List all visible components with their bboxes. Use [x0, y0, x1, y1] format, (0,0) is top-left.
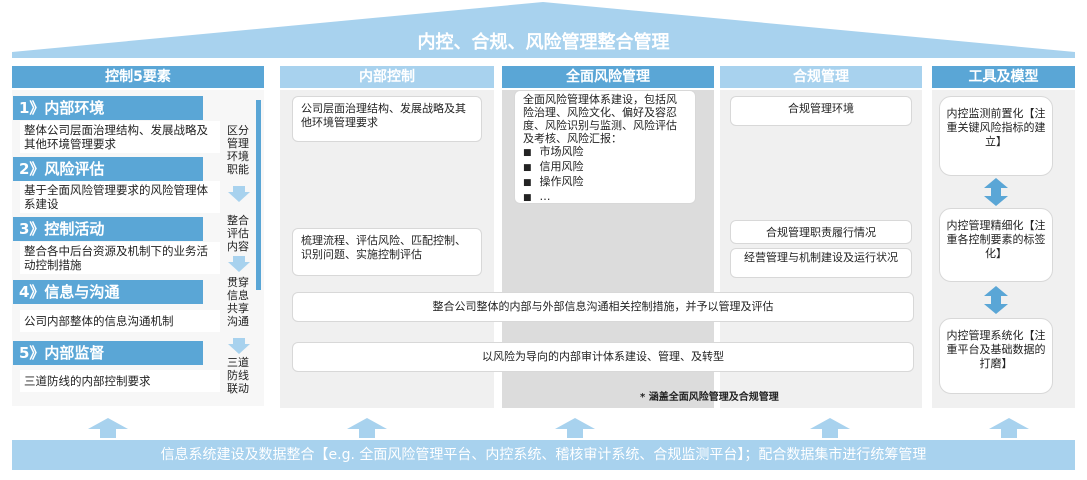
risk-management-intro: 全面风险管理体系建设，包括风险治理、风险文化、偏好及容忍度、风险识别与监测、风险… — [523, 93, 677, 145]
side-label-three-lines: 三道防线联动 — [227, 356, 249, 395]
up-arrow-icon — [88, 418, 128, 438]
risk-item: 市场风险 — [523, 145, 687, 160]
element-head-risk-assessment: 2》风险评估 — [13, 157, 203, 181]
footer-banner: 信息系统建设及数据整合【e.g. 全面风险管理平台、内控系统、稽核审计系统、合规… — [12, 440, 1075, 470]
risk-item: 信用风险 — [523, 160, 687, 175]
compliance-operation-box: 经营管理与机制建设及运行状况 — [730, 248, 912, 278]
column-header-tools: 工具及模型 — [932, 66, 1075, 88]
side-label-communication: 贯穿信息共享沟通 — [227, 276, 249, 328]
up-arrow-icon — [555, 418, 595, 438]
column-header-elements: 控制5要素 — [12, 66, 264, 88]
connector-bar — [256, 100, 261, 290]
internal-control-environment-box: 公司层面治理结构、发展战略及其他环境管理要求 — [292, 96, 482, 142]
double-arrow-icon — [984, 286, 1008, 314]
risk-item: … — [523, 190, 687, 205]
risk-list: 市场风险 信用风险 操作风险 … — [523, 145, 687, 205]
tool-refinement-box: 内控管理精细化【注重各控制要素的标签化】 — [939, 208, 1053, 282]
side-label-assessment: 整合评估内容 — [227, 214, 249, 253]
element-head-internal-supervision: 5》内部监督 — [13, 341, 203, 365]
down-arrow-icon — [228, 256, 250, 272]
up-arrow-icon — [347, 418, 387, 438]
compliance-duties-box: 合规管理职责履行情况 — [730, 220, 912, 244]
element-head-internal-environment: 1》内部环境 — [13, 96, 203, 120]
element-body-information-communication: 公司内部整体的信息沟通机制 — [20, 310, 220, 332]
internal-control-assessment-box: 梳理流程、评估风险、匹配控制、识别问题、实施控制评估 — [292, 228, 482, 276]
element-body-internal-supervision: 三道防线的内部控制要求 — [20, 370, 220, 392]
risk-item: 操作风险 — [523, 175, 687, 190]
element-body-control-activities: 整合各中后台资源及机制下的业务活动控制措施 — [20, 242, 220, 274]
tool-systemization-box: 内控管理系统化【注重平台及基础数据的打磨】 — [939, 318, 1053, 394]
down-arrow-icon — [228, 186, 250, 202]
column-header-risk-management: 全面风险管理 — [502, 66, 714, 88]
element-head-control-activities: 3》控制活动 — [13, 217, 203, 241]
communication-control-box: 整合公司整体的内部与外部信息沟通相关控制措施，并予以管理及评估 — [292, 292, 914, 322]
up-arrow-icon — [989, 418, 1029, 438]
internal-audit-box: 以风险为导向的内部审计体系建设、管理、及转型 — [292, 342, 914, 372]
column-header-internal-control: 内部控制 — [280, 66, 494, 88]
coverage-note: * 涵盖全面风险管理及合规管理 — [640, 392, 779, 403]
page-title: 内控、合规、风险管理整合管理 — [417, 32, 670, 53]
tool-monitoring-box: 内控监测前置化【注重关键风险指标的建立】 — [939, 96, 1053, 176]
up-arrow-icon — [810, 418, 850, 438]
element-body-risk-assessment: 基于全面风险管理要求的风险管理体系建设 — [20, 181, 220, 213]
element-body-internal-environment: 整体公司层面治理结构、发展战略及其他环境管理要求 — [20, 121, 220, 153]
element-head-information-communication: 4》信息与沟通 — [13, 280, 203, 304]
double-arrow-icon — [984, 178, 1008, 206]
risk-management-box: 全面风险管理体系建设，包括风险治理、风险文化、偏好及容忍度、风险识别与监测、风险… — [514, 90, 696, 204]
column-header-compliance: 合规管理 — [720, 66, 922, 88]
compliance-environment-box: 合规管理环境 — [730, 96, 912, 126]
down-arrow-icon — [228, 338, 250, 354]
side-label-environment: 区分管理环境职能 — [227, 124, 249, 176]
